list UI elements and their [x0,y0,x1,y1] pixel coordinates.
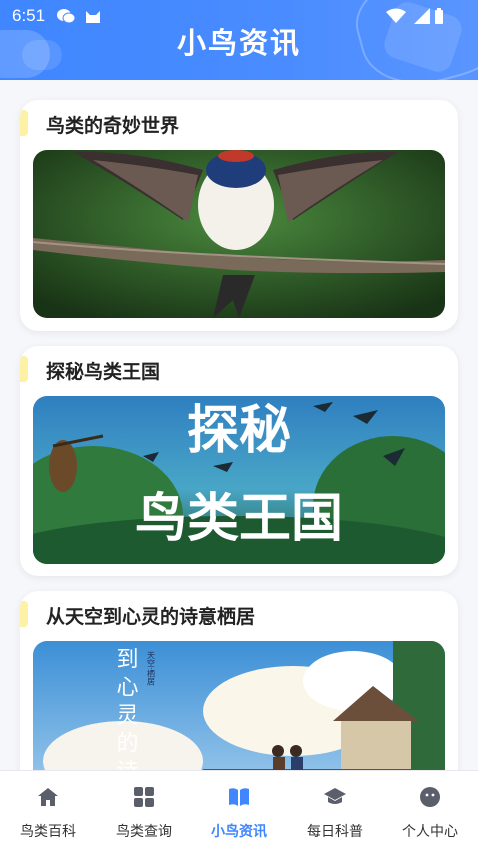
tab-personal-center[interactable]: 个人中心 [382,771,478,850]
tab-bird-news[interactable]: 小鸟资讯 [191,771,287,850]
article-card[interactable]: 鸟类的奇妙世界 [20,100,458,331]
tab-label: 每日科普 [307,824,363,840]
tab-bird-search[interactable]: 鸟类查询 [96,771,192,850]
tab-daily-science[interactable]: 每日科普 [287,771,383,850]
bird-kingdom-illustration: 探秘 鸟类王国 [33,396,445,564]
app-header: 6:51 小鸟资讯 [0,0,478,80]
article-image-swallow[interactable] [33,150,445,318]
title-marker [20,601,28,627]
article-list[interactable]: 鸟类的奇妙世界 探秘鸟类王国 探秘 鸟类王国 从天空到心灵的诗意栖居 天空·栖居… [0,80,478,770]
poster-small-caption: 天空·栖居 [147,651,156,687]
page-title: 小鸟资讯 [176,26,301,60]
swallow-illustration [33,150,445,318]
chat-face-icon [420,787,440,807]
tab-label: 鸟类查询 [116,824,172,840]
tab-label: 鸟类百科 [20,824,76,840]
article-title: 鸟类的奇妙世界 [46,115,180,137]
poster-vertical-text: 到心灵的诗 [113,647,139,770]
tab-label: 小鸟资讯 [211,824,267,840]
article-image-bird-kingdom[interactable]: 探秘 鸟类王国 [33,396,445,564]
article-image-sky-poem[interactable]: 天空·栖居 到心灵的诗 [33,641,445,770]
article-title: 从天空到心灵的诗意栖居 [46,606,256,628]
home-icon [38,788,58,806]
poster-headline-line2: 鸟类王国 [135,489,343,549]
tab-label: 个人中心 [402,824,458,840]
article-card[interactable]: 探秘鸟类王国 探秘 鸟类王国 [20,346,458,576]
bottom-tab-bar: 鸟类百科 鸟类查询 小鸟资讯 每日科普 个人中心 [0,770,478,850]
title-marker [20,356,28,382]
article-title: 探秘鸟类王国 [46,361,161,383]
poster-headline-line1: 探秘 [187,401,291,461]
title-marker [20,110,28,136]
article-card[interactable]: 从天空到心灵的诗意栖居 天空·栖居 到心灵的诗 [20,591,458,770]
sky-poem-illustration: 天空·栖居 到心灵的诗 [33,641,445,770]
tab-bird-encyclopedia[interactable]: 鸟类百科 [0,771,96,850]
grid-icon [134,787,154,807]
graduation-cap-icon [324,788,346,804]
book-icon [229,788,249,806]
